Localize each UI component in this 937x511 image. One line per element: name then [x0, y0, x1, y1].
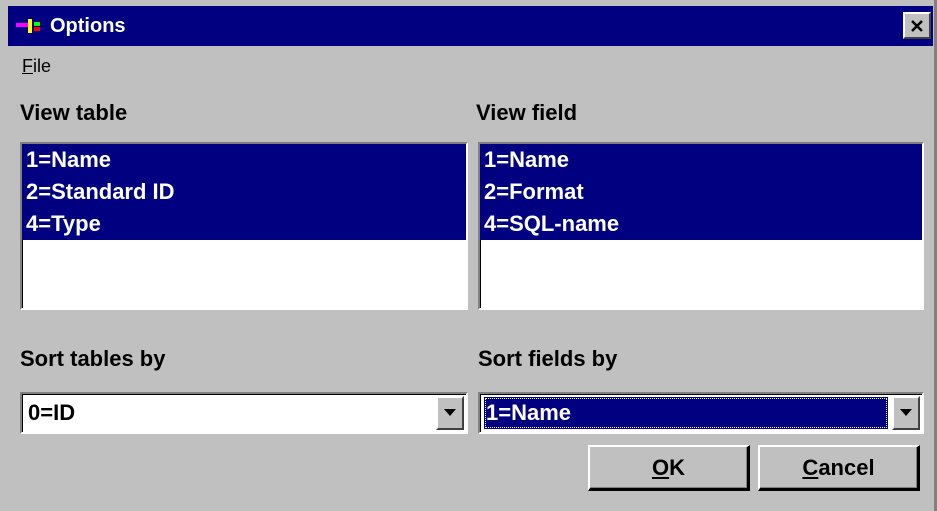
options-dialog: Options File View table View field 1=Nam…	[0, 0, 937, 511]
menu-bar: File	[8, 46, 933, 82]
sort-tables-label: Sort tables by	[20, 346, 166, 371]
sort-fields-select[interactable]: 1=Name	[478, 392, 924, 434]
app-icon	[16, 19, 40, 33]
list-item[interactable]: 4=SQL-name	[480, 208, 922, 240]
sort-fields-dropdown-button[interactable]	[892, 396, 920, 430]
sort-tables-value: 0=ID	[28, 400, 76, 425]
view-field-label: View field	[476, 100, 578, 125]
cancel-button[interactable]: Cancel	[758, 445, 920, 491]
sort-tables-select[interactable]: 0=ID	[20, 392, 468, 434]
list-item[interactable]: 1=Name	[22, 144, 466, 176]
close-icon	[911, 19, 923, 32]
menu-file-label: ile	[33, 56, 52, 76]
window-title: Options	[50, 15, 126, 37]
ok-accel: O	[651, 454, 670, 480]
sort-fields-value: 1=Name	[484, 397, 888, 429]
title-bar[interactable]: Options	[8, 6, 933, 46]
chevron-down-icon	[900, 409, 912, 416]
view-table-label: View table	[20, 100, 128, 125]
list-item[interactable]: 4=Type	[22, 208, 466, 240]
menu-file-accel: F	[22, 56, 33, 76]
cancel-accel: C	[802, 454, 819, 480]
ok-button[interactable]: OK	[588, 445, 750, 491]
view-table-list[interactable]: 1=Name 2=Standard ID 4=Type	[20, 142, 468, 310]
list-item[interactable]: 1=Name	[480, 144, 922, 176]
sort-fields-label: Sort fields by	[478, 346, 618, 371]
sort-tables-dropdown-button[interactable]	[436, 396, 464, 430]
view-field-list[interactable]: 1=Name 2=Format 4=SQL-name	[478, 142, 924, 310]
list-item[interactable]: 2=Format	[480, 176, 922, 208]
close-button[interactable]	[903, 12, 931, 39]
list-item[interactable]: 2=Standard ID	[22, 176, 466, 208]
cancel-label: ancel	[818, 454, 875, 480]
chevron-down-icon	[444, 409, 456, 416]
ok-label: K	[669, 454, 685, 480]
menu-file[interactable]: File	[22, 56, 51, 77]
